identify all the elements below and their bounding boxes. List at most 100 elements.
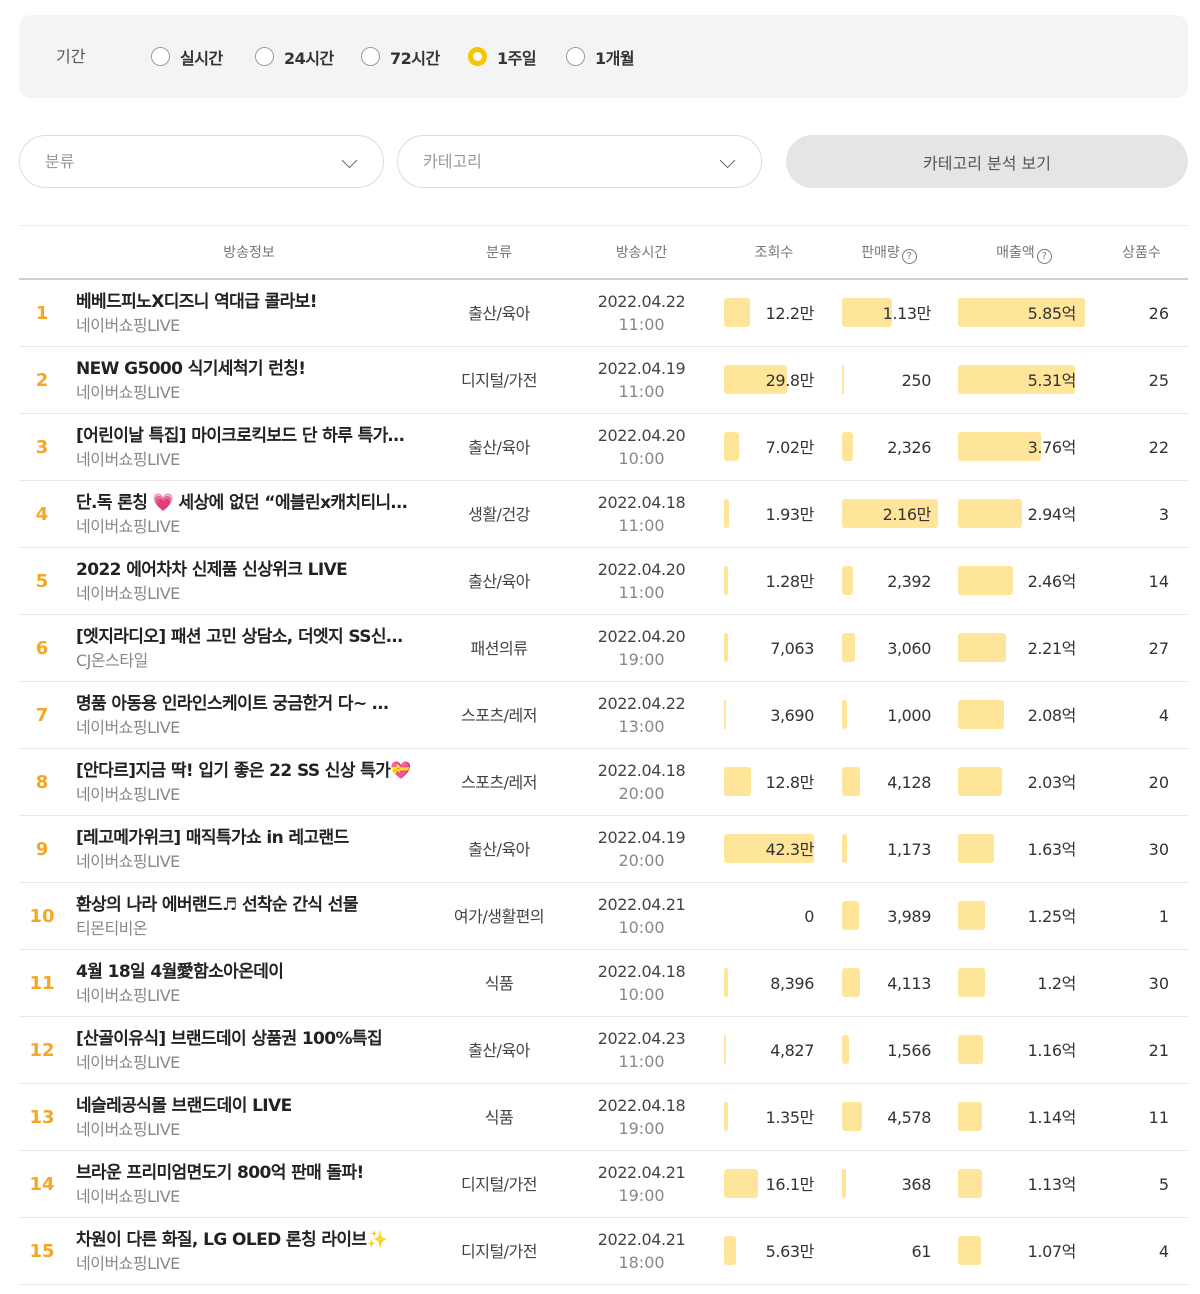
broadcast-title[interactable]: 환상의 나라 에버랜드♬ 선착순 간식 선물	[76, 894, 421, 916]
channel-name: 네이버쇼핑LIVE	[76, 852, 180, 871]
period-option-72h[interactable]: 72시간	[361, 15, 440, 98]
table-row[interactable]: 8 [안다르]지금 딱! 입기 좋은 22 SS 신상 특가💝 네이버쇼핑LIVE 스…	[19, 749, 1188, 816]
period-option-24h[interactable]: 24시간	[255, 15, 334, 98]
sales-value: 4,578	[887, 1108, 931, 1127]
revenue-metric: 5.85억	[958, 298, 1085, 329]
revenue-value: 2.46억	[1027, 572, 1077, 591]
sales-value: 2.16만	[882, 505, 932, 524]
broadcast-title[interactable]: 차원이 다른 화질, LG OLED 론칭 라이브✨	[76, 1229, 421, 1251]
category-label: 스포츠/레저	[461, 706, 538, 725]
broadcast-title[interactable]: [산골이유식] 브랜드데이 상품권 100%특집	[76, 1028, 421, 1050]
revenue-metric: 1.63억	[958, 834, 1076, 865]
product-count: 11	[1148, 1108, 1169, 1127]
broadcast-title[interactable]: 네슬레공식몰 브랜드데이 LIVE	[76, 1095, 421, 1117]
product-count: 4	[1158, 1242, 1169, 1261]
radio-button-icon[interactable]	[255, 47, 274, 66]
table-row[interactable]: 9 [레고메가위크] 매직특가쇼 in 레고랜드 네이버쇼핑LIVE 출산/육아 202…	[19, 816, 1188, 883]
header-sales[interactable]: 판매량?	[839, 226, 939, 281]
product-count: 1	[1158, 907, 1169, 926]
rank-number: 14	[29, 1174, 55, 1195]
table-row[interactable]: 1 베베드피노X디즈니 역대급 콜라보! 네이버쇼핑LIVE 출산/육아 2022.04…	[19, 280, 1188, 347]
table-row[interactable]: 7 명품 아동용 인라인스케이트 궁금한거 다~ … 네이버쇼핑LIVE 스포츠/레저…	[19, 682, 1188, 749]
views-metric: 1.28만	[724, 566, 814, 597]
sales-metric: 61	[842, 1236, 931, 1267]
period-option-label: 1주일	[497, 48, 537, 68]
category-select[interactable]: 카테고리	[397, 135, 762, 188]
revenue-metric: 2.21억	[958, 633, 1076, 664]
broadcast-title[interactable]: [안다르]지금 딱! 입기 좋은 22 SS 신상 특가💝	[76, 760, 421, 782]
product-count: 5	[1158, 1175, 1169, 1194]
period-option-label: 실시간	[180, 48, 223, 68]
period-option-realtime[interactable]: 실시간	[151, 15, 223, 98]
broadcast-title[interactable]: 단.독 론칭 💗 세상에 없던 “에블린x캐치티니…	[76, 492, 421, 514]
views-bar	[724, 432, 739, 461]
radio-button-selected-icon[interactable]	[468, 47, 487, 66]
radio-button-icon[interactable]	[566, 47, 585, 66]
broadcast-title[interactable]: NEW G5000 식기세척기 런칭!	[76, 358, 421, 380]
sales-bar	[842, 968, 860, 997]
classification-select[interactable]: 분류	[19, 135, 384, 188]
broadcast-title[interactable]: [레고메가위크] 매직특가쇼 in 레고랜드	[76, 827, 421, 849]
radio-button-icon[interactable]	[151, 47, 170, 66]
channel-name: 네이버쇼핑LIVE	[76, 517, 180, 536]
views-value: 3,690	[770, 706, 814, 725]
table-row[interactable]: 14 브라운 프리미엄면도기 800억 판매 돌파! 네이버쇼핑LIVE 디지털/가전…	[19, 1151, 1188, 1218]
period-option-1month[interactable]: 1개월	[566, 15, 635, 98]
category-label: 식품	[484, 974, 514, 993]
broadcast-title[interactable]: [어린이날 특집] 마이크로킥보드 단 하루 특가…	[76, 425, 421, 447]
period-option-1week[interactable]: 1주일	[468, 15, 537, 98]
table-row[interactable]: 6 [엣지라디오] 패션 고민 상담소, 더엣지 SS신… CJ온스타일 패션의류 20…	[19, 615, 1188, 682]
product-count: 25	[1148, 371, 1169, 390]
chevron-down-icon	[719, 152, 736, 169]
channel-name: 네이버쇼핑LIVE	[76, 986, 180, 1005]
category-analysis-button[interactable]: 카테고리 분석 보기	[786, 135, 1188, 188]
table-body: 1 베베드피노X디즈니 역대급 콜라보! 네이버쇼핑LIVE 출산/육아 2022.04…	[19, 280, 1188, 1285]
revenue-value: 5.31억	[1027, 371, 1077, 390]
table-row[interactable]: 4 단.독 론칭 💗 세상에 없던 “에블린x캐치티니… 네이버쇼핑LIVE 생활/건…	[19, 481, 1188, 548]
rank-number: 2	[35, 370, 49, 391]
broadcast-title[interactable]: 4월 18일 4월愛함소아온데이	[76, 961, 421, 983]
sales-value: 4,113	[887, 974, 931, 993]
table-row[interactable]: 11 4월 18일 4월愛함소아온데이 네이버쇼핑LIVE 식품 2022.04.18 1…	[19, 950, 1188, 1017]
broadcast-title[interactable]: [엣지라디오] 패션 고민 상담소, 더엣지 SS신…	[76, 626, 421, 648]
views-metric: 4,827	[724, 1035, 814, 1066]
table-row[interactable]: 13 네슬레공식몰 브랜드데이 LIVE 네이버쇼핑LIVE 식품 2022.04.18…	[19, 1084, 1188, 1151]
header-views[interactable]: 조회수	[724, 226, 824, 281]
broadcast-title[interactable]: 2022 에어차차 신제품 신상위크 LIVE	[76, 559, 421, 581]
product-count: 27	[1148, 639, 1169, 658]
revenue-value: 1.25억	[1027, 907, 1077, 926]
rank-number: 10	[29, 906, 55, 927]
table-row[interactable]: 12 [산골이유식] 브랜드데이 상품권 100%특집 네이버쇼핑LIVE 출산/육아…	[19, 1017, 1188, 1084]
revenue-bar	[958, 1236, 981, 1265]
broadcast-date: 2022.04.20	[597, 627, 686, 646]
help-icon[interactable]: ?	[1036, 249, 1052, 264]
radio-button-icon[interactable]	[361, 47, 380, 66]
table-row[interactable]: 3 [어린이날 특집] 마이크로킥보드 단 하루 특가… 네이버쇼핑LIVE 출산/육…	[19, 414, 1188, 481]
channel-name: 네이버쇼핑LIVE	[76, 316, 180, 335]
header-sales-label: 판매량	[861, 245, 900, 261]
table-row[interactable]: 2 NEW G5000 식기세척기 런칭! 네이버쇼핑LIVE 디지털/가전 2022.…	[19, 347, 1188, 414]
category-label: 출산/육아	[468, 304, 530, 323]
table-row[interactable]: 10 환상의 나라 에버랜드♬ 선착순 간식 선물 티몬티비온 여가/생활편의 2022…	[19, 883, 1188, 950]
views-metric: 12.8만	[724, 767, 814, 798]
revenue-bar	[958, 1102, 982, 1131]
broadcast-time: 11:00	[618, 315, 665, 334]
category-label: 생활/건강	[468, 505, 530, 524]
views-metric: 1.35만	[724, 1102, 814, 1133]
broadcast-title[interactable]: 베베드피노X디즈니 역대급 콜라보!	[76, 291, 421, 313]
table-row[interactable]: 15 차원이 다른 화질, LG OLED 론칭 라이브✨ 네이버쇼핑LIVE 디지털…	[19, 1218, 1188, 1285]
broadcast-title[interactable]: 명품 아동용 인라인스케이트 궁금한거 다~ …	[76, 693, 421, 715]
sales-value: 2,392	[887, 572, 931, 591]
revenue-value: 3.76억	[1027, 438, 1077, 457]
broadcast-title[interactable]: 브라운 프리미엄면도기 800억 판매 돌파!	[76, 1162, 421, 1184]
revenue-metric: 1.13억	[958, 1169, 1076, 1200]
help-icon[interactable]: ?	[901, 249, 917, 264]
header-broadcast-info: 방송정보	[223, 245, 275, 261]
header-revenue[interactable]: 매출액?	[974, 226, 1074, 281]
broadcast-date: 2022.04.21	[597, 1230, 686, 1249]
revenue-metric: 1.07억	[958, 1236, 1076, 1267]
rank-number: 9	[35, 839, 49, 860]
broadcast-date: 2022.04.22	[597, 694, 686, 713]
sales-bar	[842, 1102, 862, 1131]
table-row[interactable]: 5 2022 에어차차 신제품 신상위크 LIVE 네이버쇼핑LIVE 출산/육아 20…	[19, 548, 1188, 615]
